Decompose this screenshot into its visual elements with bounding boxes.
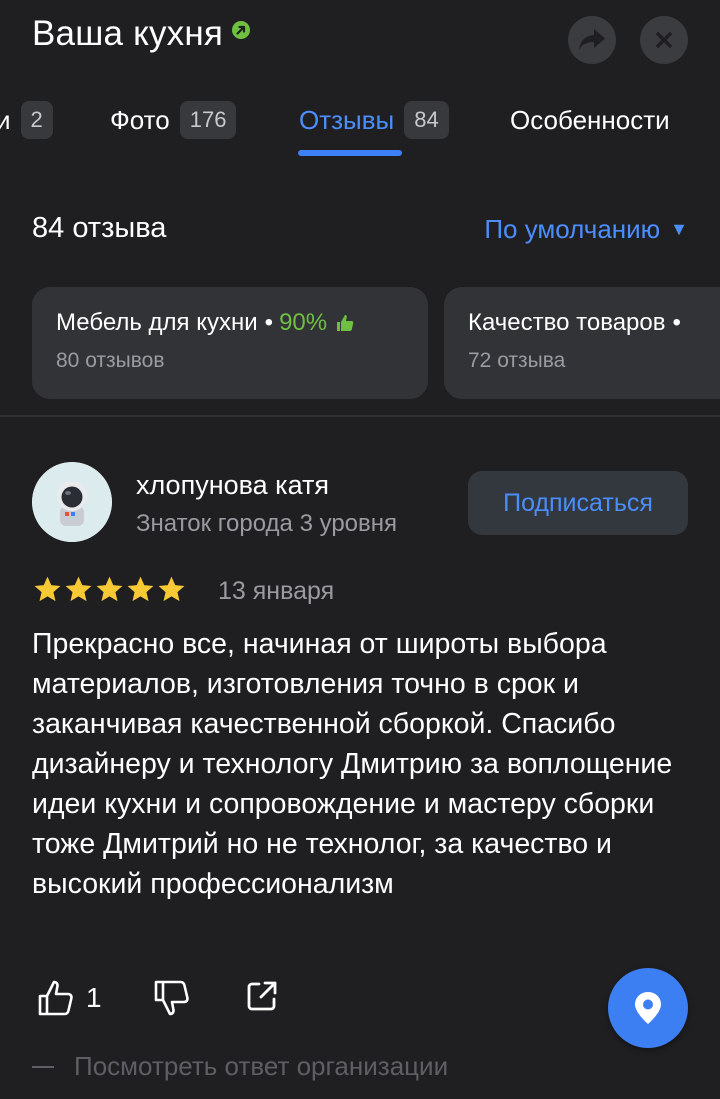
aspect-review-count: 72 отзыва	[468, 349, 566, 372]
avatar[interactable]	[32, 462, 112, 542]
tab-label: Особенности	[510, 104, 670, 135]
star-icon	[158, 576, 185, 602]
like-count: 1	[86, 982, 102, 1013]
map-pin-icon	[635, 992, 661, 1024]
reviews-count-heading: 84 отзыва	[32, 212, 167, 244]
map-location-button[interactable]	[608, 968, 688, 1048]
author-name[interactable]: хлопунова катя	[136, 470, 329, 501]
external-share-icon	[247, 981, 277, 1011]
aspect-chip-product-quality[interactable]: Качество товаров • 72 отзыва	[444, 287, 720, 399]
caret-down-icon: ▼	[670, 219, 688, 239]
tab-count-badge: 176	[179, 101, 237, 139]
like-button[interactable]: 1	[36, 978, 102, 1018]
close-icon	[656, 32, 672, 48]
share-button[interactable]	[568, 16, 616, 64]
dislike-button[interactable]	[152, 978, 192, 1018]
astronaut-avatar-icon	[32, 462, 112, 542]
thumbs-up-icon	[337, 315, 354, 331]
tab-label: Фото	[110, 104, 170, 135]
org-reply-link[interactable]: Посмотреть ответ организации	[32, 1051, 448, 1082]
author-level: Знаток города 3 уровня	[136, 510, 398, 537]
review-date: 13 января	[218, 577, 335, 605]
page-title: Ваша кухня	[32, 14, 224, 53]
title-wrap: Ваша кухня	[32, 14, 251, 54]
aspect-chip-kitchen-furniture[interactable]: Мебель для кухни • 90% 80 отзывов	[32, 287, 428, 399]
aspect-name-row: Качество товаров •	[468, 309, 720, 337]
share-review-button[interactable]	[244, 978, 280, 1014]
tab-services[interactable]: и 2	[0, 92, 53, 148]
aspect-review-count: 80 отзывов	[56, 349, 165, 372]
sort-label: По умолчанию	[484, 214, 661, 244]
aspect-name: Мебель для кухни	[56, 309, 258, 336]
aspect-separator: •	[672, 309, 681, 336]
tab-label: и	[0, 104, 11, 135]
close-button[interactable]	[640, 16, 688, 64]
section-divider	[0, 415, 720, 417]
org-reply-label: Посмотреть ответ организации	[74, 1051, 449, 1081]
star-icon	[96, 576, 123, 602]
star-icon	[127, 576, 154, 602]
header: Ваша кухня	[0, 0, 720, 80]
tab-bar: и 2 Фото 176 Отзывы 84 Особенности	[0, 92, 720, 162]
aspect-separator: •	[264, 309, 274, 336]
verified-badge-icon	[232, 21, 251, 39]
thumbs-up-outline-icon	[38, 980, 73, 1016]
tab-photos[interactable]: Фото 176	[110, 92, 237, 148]
tab-count-badge: 2	[20, 101, 53, 139]
dash-divider	[32, 1065, 54, 1068]
tab-reviews[interactable]: Отзывы 84	[299, 92, 449, 148]
review-actions: 1	[32, 978, 332, 1026]
star-icon	[65, 576, 92, 602]
sort-dropdown[interactable]: По умолчанию ▼	[484, 214, 688, 245]
tab-label: Отзывы	[299, 104, 395, 135]
review-text: Прекрасно все, начиная от широты выбора …	[32, 628, 673, 900]
tab-features[interactable]: Особенности	[510, 92, 670, 148]
tab-count-badge: 84	[404, 101, 449, 139]
aspect-name: Качество товаров	[468, 309, 666, 336]
aspect-name-row: Мебель для кухни • 90%	[56, 309, 404, 337]
share-arrow-icon	[579, 29, 605, 50]
subscribe-button[interactable]: Подписаться	[468, 471, 688, 535]
star-icon	[34, 576, 61, 602]
aspect-chips: Мебель для кухни • 90% 80 отзывов Качест…	[32, 287, 720, 399]
aspect-percent: 90%	[279, 309, 328, 336]
thumbs-down-outline-icon	[154, 980, 189, 1016]
rating-stars	[32, 574, 187, 605]
active-tab-indicator	[298, 150, 402, 156]
